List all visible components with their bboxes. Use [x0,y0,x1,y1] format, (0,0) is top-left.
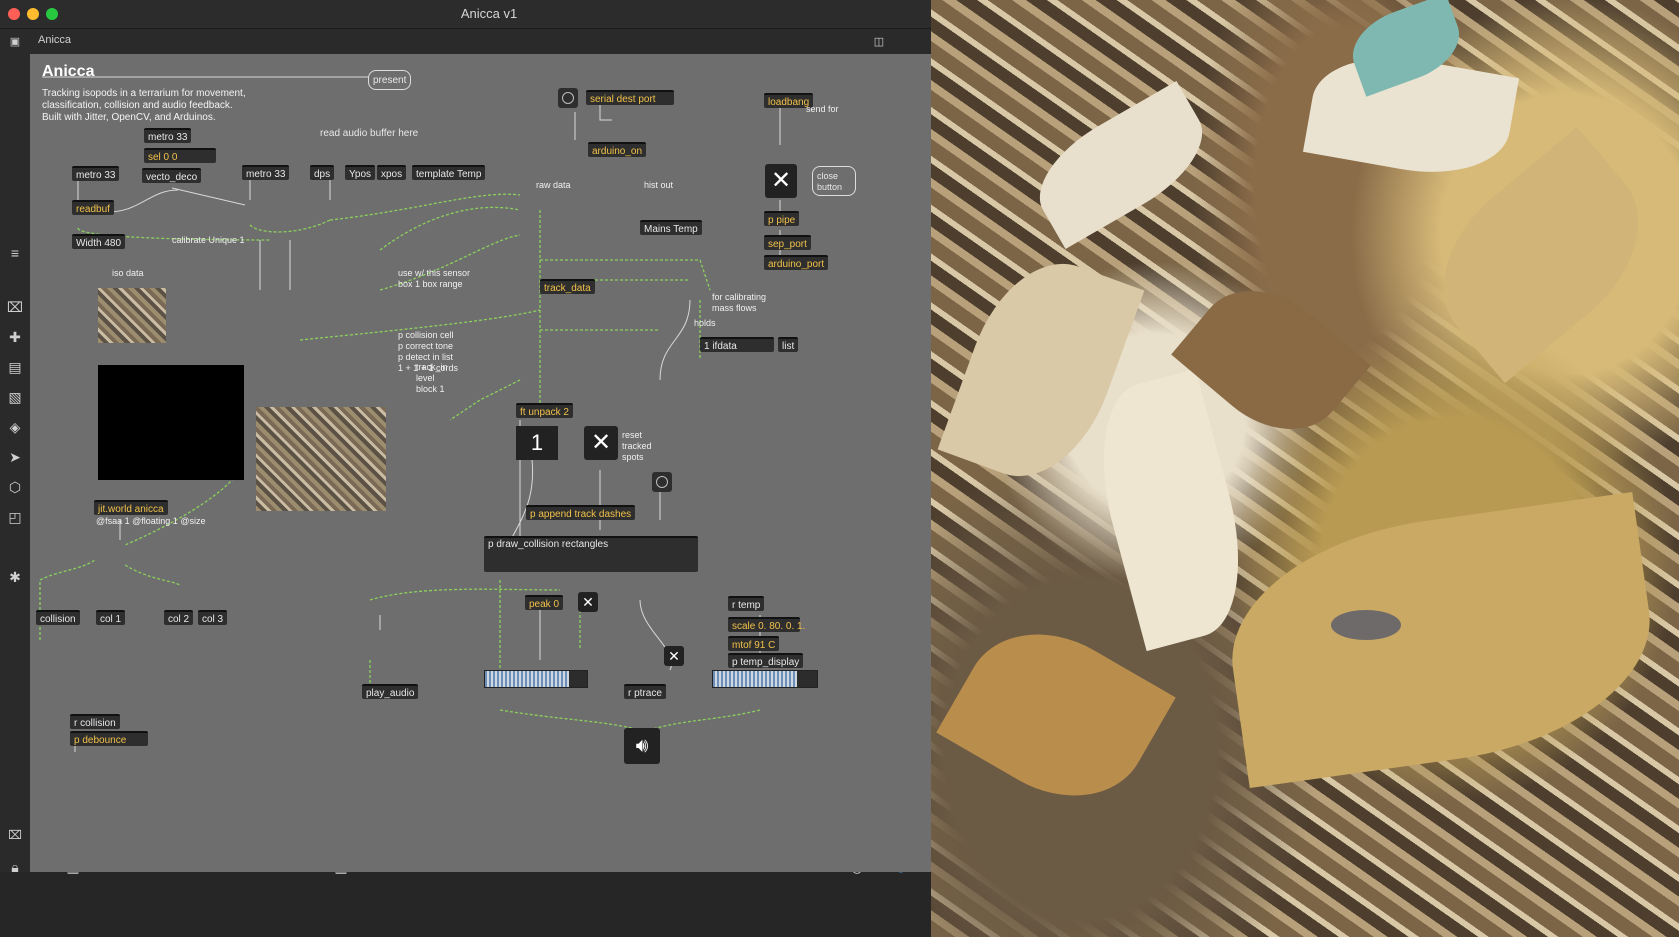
patcher-title: Anicca [42,63,95,80]
vecto-deco-object[interactable]: vecto_deco [142,168,202,183]
video-thumbnail-large [256,407,386,511]
sep-port-object[interactable]: sep_port [764,235,811,250]
gate-object[interactable]: sel 0 0 [144,148,216,163]
label-d-comment: track_in level block 1 [416,362,448,394]
debounce-object[interactable]: p debounce [70,731,148,746]
present-button[interactable]: present [368,70,412,90]
calibrate-comment: calibrate Unique 1 [172,235,245,245]
track-data-object[interactable]: track_data [540,279,595,294]
scale-object[interactable]: scale 0. 80. 0. 1. [728,617,805,632]
iso-data-comment: iso data [112,268,144,278]
jit-world-object[interactable]: jit.world anicca [94,500,168,515]
arduino-on-object[interactable]: arduino_on [588,142,647,157]
close-toggle[interactable]: ✕ [765,164,797,198]
description-line: Tracking isopods in a terrarium for move… [42,88,246,99]
ifdata-object[interactable]: 1 ifdata [700,337,774,352]
mains-temp-object[interactable]: Mains Temp [640,220,702,235]
template-object[interactable]: template Temp [412,165,486,180]
width-object[interactable]: Width 480 [72,234,126,249]
raw-data-comment: raw data [536,180,571,190]
bang-button[interactable] [652,472,672,492]
append-track-object[interactable]: p append track dashes [526,505,636,520]
loadbang-comment: send for [806,104,839,114]
mute-toggle[interactable]: ✕ [664,646,684,666]
gate-toggle[interactable]: ✕ [578,592,598,612]
play-audio-object[interactable]: play_audio [362,684,419,699]
metro-object[interactable]: metro 33 [144,128,192,143]
isopod [1331,610,1401,640]
collision-object[interactable]: collision [36,610,80,625]
speaker-dac-button[interactable]: 🔊︎ [624,728,660,764]
readbuf-object[interactable]: readbuf [72,200,114,215]
description-line: Built with Jitter, OpenCV, and Arduinos. [42,112,216,123]
pipe-object[interactable]: p pipe [764,211,800,226]
leaf-shape [1079,368,1263,652]
level-meter-right [712,670,818,688]
dps-object[interactable]: dps [310,165,335,180]
video-thumbnail-small [98,288,166,343]
close-button[interactable]: close button [812,166,856,196]
draw-collision-object[interactable]: p draw_collision rectangles [484,536,698,572]
jit-window-black [98,365,244,480]
metro-object[interactable]: metro 33 [242,165,290,180]
metro-object[interactable]: metro 33 [72,166,120,181]
xpos-object[interactable]: xpos [377,165,407,180]
temp-display-object[interactable]: p temp_display [728,653,804,668]
ypos-object[interactable]: Ypos [345,165,376,180]
list-object[interactable]: list [778,337,799,352]
level-meter-left [484,670,588,688]
reset-tracked-comment: reset tracked spots [622,430,652,462]
col1-object[interactable]: col 1 [96,610,126,625]
description-line: classification, collision and audio feed… [42,100,233,111]
serial-object[interactable]: serial dest port [586,90,674,105]
hist-out-comment: hist out [644,180,674,190]
label-e-comment: holds [694,318,716,328]
col2-object[interactable]: col 2 [164,610,194,625]
leaf-shape [1216,491,1666,789]
leaf-shape [1020,81,1222,249]
label-a-comment: use w/ this sensor box 1 box range [398,268,471,289]
r-temp-object[interactable]: r temp [728,596,765,611]
reset-toggle[interactable]: ✕ [584,426,618,460]
leaf-shape [936,602,1176,828]
bang-button[interactable] [558,88,578,108]
isopod-terrarium-photo [931,0,1679,937]
floating-comment: @fsaa 1 @floating 1 @size [96,516,206,526]
arduino-port-object[interactable]: arduino_port [764,255,829,270]
ptrace-object[interactable]: r ptrace [624,684,666,699]
mtof-object[interactable]: mtof 91 C [728,636,780,651]
peak-object[interactable]: peak 0 [525,595,564,610]
number-box[interactable]: 1 [516,426,558,460]
unpack-object[interactable]: ft unpack 2 [516,403,573,418]
col3-object[interactable]: col 3 [198,610,228,625]
comment-read-audio: read audio buffer here [316,126,423,141]
patcher-description: Tracking isopods in a terrarium for move… [42,88,246,124]
label-b-comment: for calibrating mass flows [712,292,767,313]
r-collision-object[interactable]: r collision [70,714,120,729]
